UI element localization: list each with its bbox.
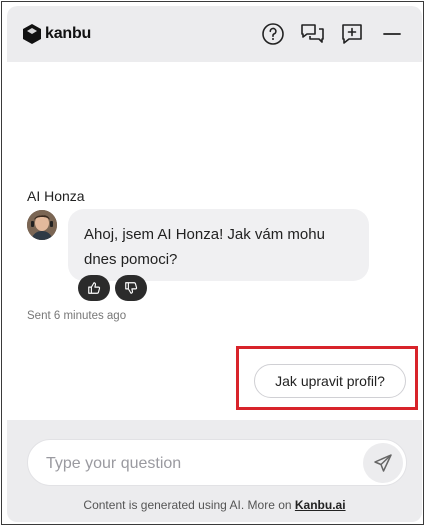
send-button[interactable] bbox=[363, 443, 403, 483]
disclaimer-text: Content is generated using AI. More on bbox=[83, 498, 295, 512]
bot-avatar bbox=[27, 210, 57, 240]
ai-disclaimer: Content is generated using AI. More on K… bbox=[7, 498, 422, 512]
suggestion-chip[interactable]: Jak upravit profil? bbox=[254, 364, 406, 398]
kanbu-link[interactable]: Kanbu.ai bbox=[295, 498, 346, 512]
bot-message-bubble: Ahoj, jsem AI Honza! Jak vám mohu dnes p… bbox=[68, 209, 369, 281]
question-input[interactable] bbox=[44, 440, 348, 487]
avatar-image bbox=[27, 210, 57, 240]
thumbs-up-icon bbox=[88, 282, 101, 294]
thumbs-up-button[interactable] bbox=[78, 275, 110, 301]
kanbu-logo-icon bbox=[23, 24, 41, 44]
conversations-icon bbox=[301, 24, 324, 43]
brand-name: kanbu bbox=[45, 25, 92, 42]
minimize-button[interactable] bbox=[379, 21, 405, 47]
conversations-button[interactable] bbox=[299, 21, 325, 47]
chat-widget: kanbu AI Honza Ahoj, jsem AI Honza! Jak … bbox=[7, 6, 422, 522]
help-icon bbox=[262, 23, 284, 45]
chat-footer: Content is generated using AI. More on K… bbox=[7, 420, 422, 522]
chat-header: kanbu bbox=[7, 6, 422, 62]
new-chat-icon bbox=[342, 24, 362, 44]
thumbs-down-button[interactable] bbox=[115, 275, 147, 301]
thumbs-down-icon bbox=[125, 282, 138, 294]
message-timestamp: Sent 6 minutes ago bbox=[27, 310, 127, 322]
window-frame: kanbu AI Honza Ahoj, jsem AI Honza! Jak … bbox=[1, 1, 424, 525]
send-icon bbox=[374, 454, 392, 472]
bot-name: AI Honza bbox=[27, 188, 85, 204]
brand-logo: kanbu bbox=[23, 24, 91, 44]
composer bbox=[27, 439, 407, 487]
new-chat-button[interactable] bbox=[339, 21, 365, 47]
minimize-icon bbox=[383, 33, 401, 35]
help-button[interactable] bbox=[260, 21, 286, 47]
